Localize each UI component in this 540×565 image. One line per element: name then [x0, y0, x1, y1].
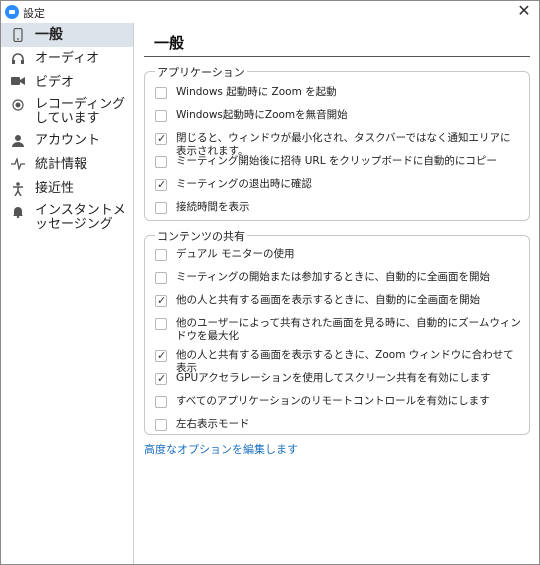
sidebar-item-audio[interactable]: オーディオ — [1, 47, 133, 71]
window-title: 設定 — [23, 7, 45, 20]
sidebar-item-statistics[interactable]: 統計情報 — [1, 153, 133, 177]
sidebar-item-label: アカウント — [35, 133, 101, 148]
zoom-app-icon — [5, 5, 19, 19]
option-label: ミーティングの開始または参加するときに、自動的に全画面を開始 — [176, 271, 491, 283]
application-group: アプリケーション Windows 起動時に Zoom を起動 Windows起動… — [144, 64, 530, 221]
headphones-icon — [11, 52, 25, 66]
title-bar: 設定 ✕ — [1, 1, 539, 23]
option-label: Windows起動時にZoomを無音開始 — [176, 109, 348, 121]
page-title: 一般 — [154, 34, 185, 52]
sidebar: 一般 オーディオ ビデオ レコーディングしています アカウント 統計情報 接近性… — [1, 23, 134, 564]
sidebar-item-label: レコーディングしています — [35, 97, 126, 126]
divider — [144, 56, 530, 57]
checkbox[interactable] — [155, 249, 167, 261]
bell-icon — [11, 205, 25, 219]
option-label: すべてのアプリケーションのリモートコントロールを有効にします — [176, 395, 490, 407]
option-label: GPUアクセラレーションを使用してスクリーン共有を有効にします — [176, 372, 491, 384]
checkbox[interactable] — [155, 178, 167, 191]
checkbox[interactable] — [155, 87, 167, 99]
sidebar-item-label: ビデオ — [35, 75, 75, 90]
checkbox[interactable] — [155, 372, 167, 385]
group-legend: コンテンツの共有 — [155, 228, 247, 244]
option-label: 左右表示モード — [176, 418, 250, 430]
option-label: ミーティング開始後に招待 URL をクリップボードに自動的にコピー — [176, 155, 497, 167]
group-legend: アプリケーション — [155, 64, 247, 80]
checkbox[interactable] — [155, 110, 167, 122]
checkbox[interactable] — [155, 396, 167, 408]
accessibility-icon — [11, 182, 25, 197]
checkbox[interactable] — [155, 294, 167, 307]
option-label: 接続時間を表示 — [176, 201, 250, 213]
pulse-icon — [11, 156, 25, 172]
option-label: ミーティングの退出時に確認 — [176, 178, 312, 190]
checkbox[interactable] — [155, 202, 167, 214]
settings-window: 設定 ✕ 一般 オーディオ ビデオ レコーディングしています アカウント 統計情… — [0, 0, 540, 565]
record-icon — [11, 99, 25, 113]
option-label: 他のユーザーによって共有された画面を見る時に、自動的にズームウィンドウを最大化 — [176, 317, 521, 342]
option-label: デュアル モニターの使用 — [176, 248, 295, 260]
sidebar-item-label: 一般 — [35, 27, 63, 43]
option-label: Windows 起動時に Zoom を起動 — [176, 86, 337, 98]
sidebar-item-label: 統計情報 — [35, 157, 88, 172]
close-icon[interactable]: ✕ — [515, 2, 533, 20]
sidebar-item-label: 接近性 — [35, 181, 75, 196]
user-icon — [11, 134, 25, 148]
checkbox[interactable] — [155, 132, 167, 145]
sidebar-item-video[interactable]: ビデオ — [1, 71, 133, 95]
option-label: 他の人と共有する画面を表示するときに、自動的に全画面を開始 — [176, 294, 481, 306]
sidebar-item-general[interactable]: 一般 — [1, 23, 133, 47]
sidebar-item-recording[interactable]: レコーディングしています — [1, 95, 133, 129]
sidebar-item-accessibility[interactable]: 接近性 — [1, 177, 133, 201]
checkbox[interactable] — [155, 419, 167, 431]
advanced-options-link[interactable]: 高度なオプションを編集します — [144, 441, 298, 457]
checkbox[interactable] — [155, 349, 167, 362]
sidebar-item-account[interactable]: アカウント — [1, 129, 133, 153]
checkbox[interactable] — [155, 318, 167, 330]
sidebar-item-label: オーディオ — [35, 51, 100, 66]
checkbox[interactable] — [155, 272, 167, 284]
content-sharing-group: コンテンツの共有 デュアル モニターの使用 ミーティングの開始または参加するとき… — [144, 228, 530, 435]
sidebar-item-instant-messaging[interactable]: インスタントメッセージング — [1, 201, 133, 235]
checkbox[interactable] — [155, 156, 167, 168]
sidebar-item-label: インスタントメッセージング — [35, 203, 126, 232]
video-camera-icon — [11, 76, 25, 90]
phone-icon — [11, 27, 25, 43]
